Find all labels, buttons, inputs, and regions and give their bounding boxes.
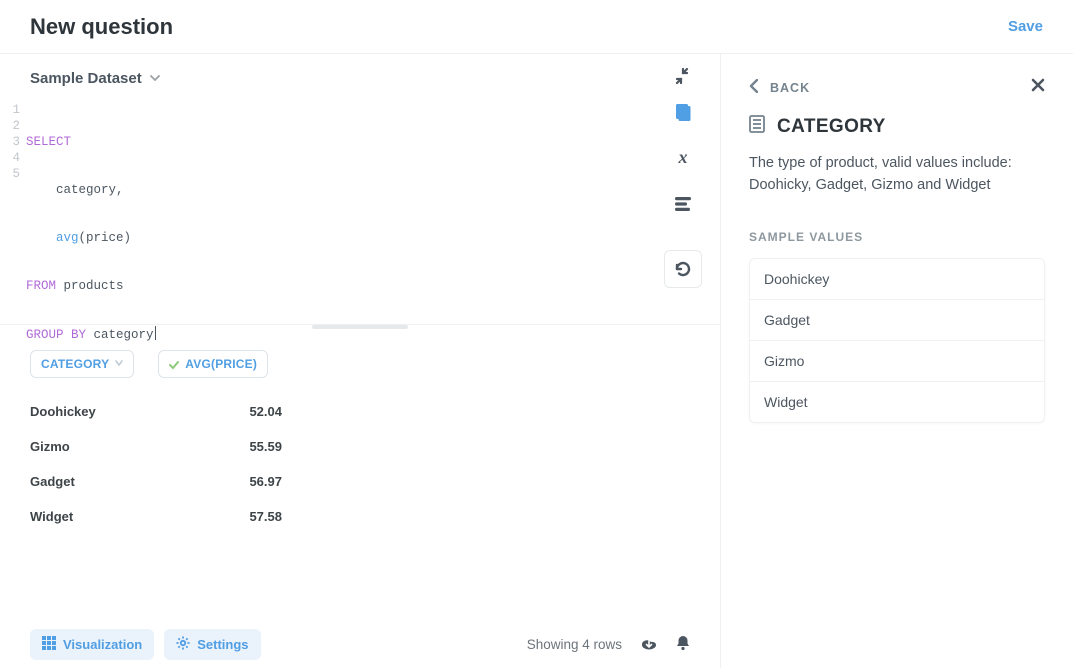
column-name: CATEGORY [777,116,886,138]
data-reference-icon[interactable] [673,102,693,122]
sql-code: SELECT category, avg(price) FROM product… [26,102,156,324]
sample-values-list: DoohickeyGadgetGizmoWidget [749,258,1045,423]
column-reference-panel: BACK CATEGORY The type of product, valid… [721,54,1073,668]
table-row[interactable]: Widget57.58 [30,499,282,534]
run-query-button[interactable] [664,250,702,288]
variables-icon[interactable]: x [673,148,693,168]
sample-value-item[interactable]: Gadget [750,300,1044,341]
cell-value: 56.97 [222,464,282,499]
sample-values-heading: SAMPLE VALUES [749,230,1045,244]
cell-category: Widget [30,499,222,534]
gear-icon [176,636,190,653]
column-description: The type of product, valid values includ… [749,152,1045,196]
close-icon[interactable] [1031,78,1045,97]
download-icon[interactable] [640,635,658,654]
collapse-editor-icon[interactable] [674,68,690,88]
check-icon [169,359,179,369]
settings-button[interactable]: Settings [164,629,260,660]
grid-icon [42,636,56,653]
sample-value-item[interactable]: Doohickey [750,259,1044,300]
field-icon [749,115,765,138]
page-title: New question [30,14,173,40]
line-gutter: 12345 [4,102,26,324]
query-results: CATEGORY AVG(PRICE) Doohickey52.04Gizmo5… [0,332,720,620]
visualization-button[interactable]: Visualization [30,629,154,660]
chevron-left-icon [749,79,758,96]
cell-value: 55.59 [222,429,282,464]
cell-category: Gadget [30,464,222,499]
save-button[interactable]: Save [1008,18,1043,35]
back-button[interactable]: BACK [749,79,810,96]
dataset-name: Sample Dataset [30,70,142,87]
sample-value-item[interactable]: Gizmo [750,341,1044,382]
snippets-icon[interactable] [673,194,693,214]
row-count: Showing 4 rows [527,637,622,652]
cell-category: Doohickey [30,394,222,429]
table-row[interactable]: Gizmo55.59 [30,429,282,464]
cell-category: Gizmo [30,429,222,464]
dataset-picker[interactable]: Sample Dataset [30,70,160,87]
cell-value: 57.58 [222,499,282,534]
sql-editor[interactable]: 12345 SELECT category, avg(price) FROM p… [0,102,720,324]
chevron-down-icon [150,70,160,87]
table-row[interactable]: Doohickey52.04 [30,394,282,429]
column-header-avgprice[interactable]: AVG(PRICE) [158,350,268,378]
cell-value: 52.04 [222,394,282,429]
sample-value-item[interactable]: Widget [750,382,1044,422]
svg-text:x: x [678,149,688,167]
table-row[interactable]: Gadget56.97 [30,464,282,499]
bell-icon[interactable] [676,635,690,654]
